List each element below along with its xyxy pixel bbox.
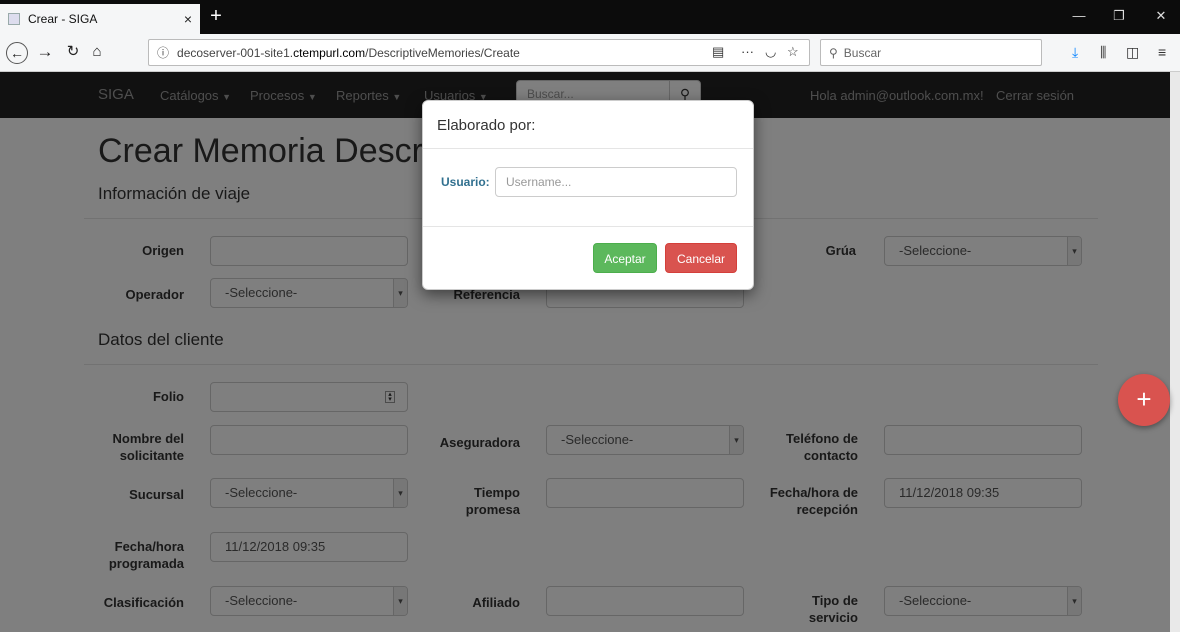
add-floating-button[interactable]: + (1118, 374, 1170, 426)
url-path: /DescriptiveMemories/Create (365, 45, 520, 60)
modal-footer-divider (423, 226, 753, 227)
back-arrow-icon[interactable]: ← (6, 42, 28, 64)
accept-button[interactable]: Aceptar (593, 243, 657, 273)
user-modal: Elaborado por: Usuario: Username... Acep… (422, 100, 754, 290)
forward-arrow-icon[interactable]: → (34, 42, 56, 62)
browser-search-placeholder: Buscar (843, 45, 882, 60)
url-domain-bold: ctempurl.com (293, 45, 366, 60)
browser-tab[interactable]: Crear - SIGA × (0, 4, 200, 34)
username-input[interactable]: Username... (495, 167, 737, 197)
site-info-icon[interactable]: ⓘ (157, 44, 169, 61)
window-close-button[interactable]: ✕ (1146, 8, 1176, 24)
cancel-button[interactable]: Cancelar (665, 243, 737, 273)
reader-view-icon[interactable]: ▤ (712, 44, 724, 60)
search-icon: ⚲ (829, 45, 838, 60)
modal-header: Elaborado por: (423, 101, 753, 149)
url-domain-prefix: decoserver-001-site1. (177, 45, 294, 60)
reload-icon[interactable]: ↻ (62, 42, 84, 62)
page-scrollbar[interactable] (1170, 72, 1180, 632)
modal-title: Elaborado por: (437, 117, 536, 134)
page-actions-icon[interactable]: ··· (741, 44, 754, 59)
window-restore-button[interactable]: ❐ (1104, 8, 1134, 24)
library-icon[interactable]: ⫼ (1100, 44, 1106, 61)
bookmark-star-icon[interactable]: ☆ (787, 44, 799, 60)
download-icon[interactable]: ⤓ (1072, 44, 1078, 61)
window-minimize-button[interactable]: — (1064, 8, 1094, 23)
user-label: Usuario: (441, 175, 490, 189)
browser-tab-strip: Crear - SIGA × + — ❐ ✕ (0, 0, 1180, 34)
pocket-icon[interactable]: ◡ (765, 44, 776, 60)
tab-close-icon[interactable]: × (184, 11, 192, 27)
new-tab-button[interactable]: + (204, 4, 228, 30)
sidebar-icon[interactable]: ◫ (1126, 44, 1139, 61)
home-icon[interactable]: ⌂ (86, 42, 108, 62)
browser-toolbar: ← → ↻ ⌂ ⓘ decoserver-001-site1. ctempurl… (0, 34, 1180, 72)
tab-title: Crear - SIGA (28, 12, 98, 26)
menu-hamburger-icon[interactable]: ≡ (1158, 44, 1166, 60)
address-bar[interactable]: ⓘ decoserver-001-site1. ctempurl.com /De… (148, 39, 810, 66)
browser-search-field[interactable]: ⚲ Buscar (820, 39, 1042, 66)
page-favicon-icon (8, 13, 20, 25)
